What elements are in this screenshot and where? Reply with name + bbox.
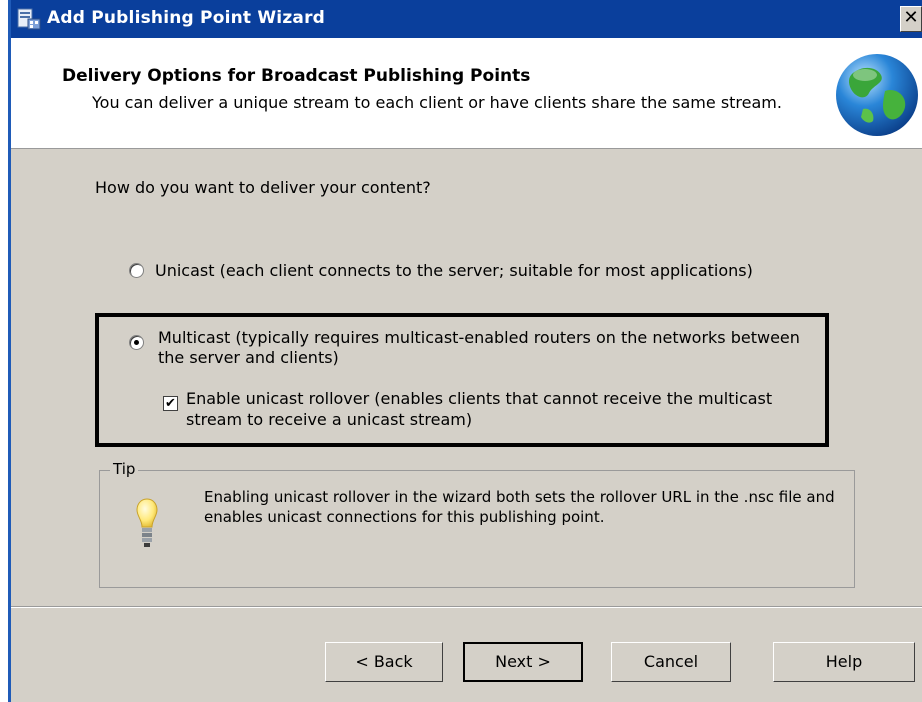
lightbulb-icon — [136, 498, 158, 547]
title-bar[interactable]: Add Publishing Point Wizard ✕ — [11, 0, 922, 38]
next-button[interactable]: Next > — [463, 642, 583, 682]
tip-text: Enabling unicast rollover in the wizard … — [204, 488, 835, 526]
multicast-radio[interactable] — [129, 335, 144, 350]
unicast-rollover-checkbox[interactable]: ✔ — [163, 396, 178, 411]
checkmark-icon: ✔ — [165, 396, 176, 411]
button-separator — [11, 606, 922, 608]
close-button[interactable]: ✕ — [900, 6, 922, 32]
page-title: Delivery Options for Broadcast Publishin… — [62, 66, 531, 86]
delivery-question: How do you want to deliver your content? — [95, 178, 431, 197]
window-title: Add Publishing Point Wizard — [47, 8, 326, 28]
tip-group: Tip Enabling unicast rollover in the wiz… — [99, 460, 855, 588]
radio-selected-dot — [134, 340, 139, 345]
wizard-window: Add Publishing Point Wizard ✕ Delivery O… — [8, 0, 922, 702]
unicast-label[interactable]: Unicast (each client connects to the ser… — [155, 261, 753, 280]
multicast-label[interactable]: Multicast (typically requires multicast-… — [158, 328, 818, 368]
wizard-header: Delivery Options for Broadcast Publishin… — [11, 38, 922, 149]
help-button[interactable]: Help — [773, 642, 915, 682]
tip-legend: Tip — [110, 460, 139, 478]
back-button[interactable]: < Back — [325, 642, 443, 682]
page-description: You can deliver a unique stream to each … — [92, 93, 782, 112]
unicast-radio[interactable] — [129, 263, 144, 278]
unicast-rollover-label[interactable]: Enable unicast rollover (enables clients… — [186, 388, 826, 430]
cancel-button[interactable]: Cancel — [611, 642, 731, 682]
app-icon — [17, 8, 41, 30]
globe-icon — [836, 54, 918, 136]
close-icon: ✕ — [903, 7, 919, 28]
